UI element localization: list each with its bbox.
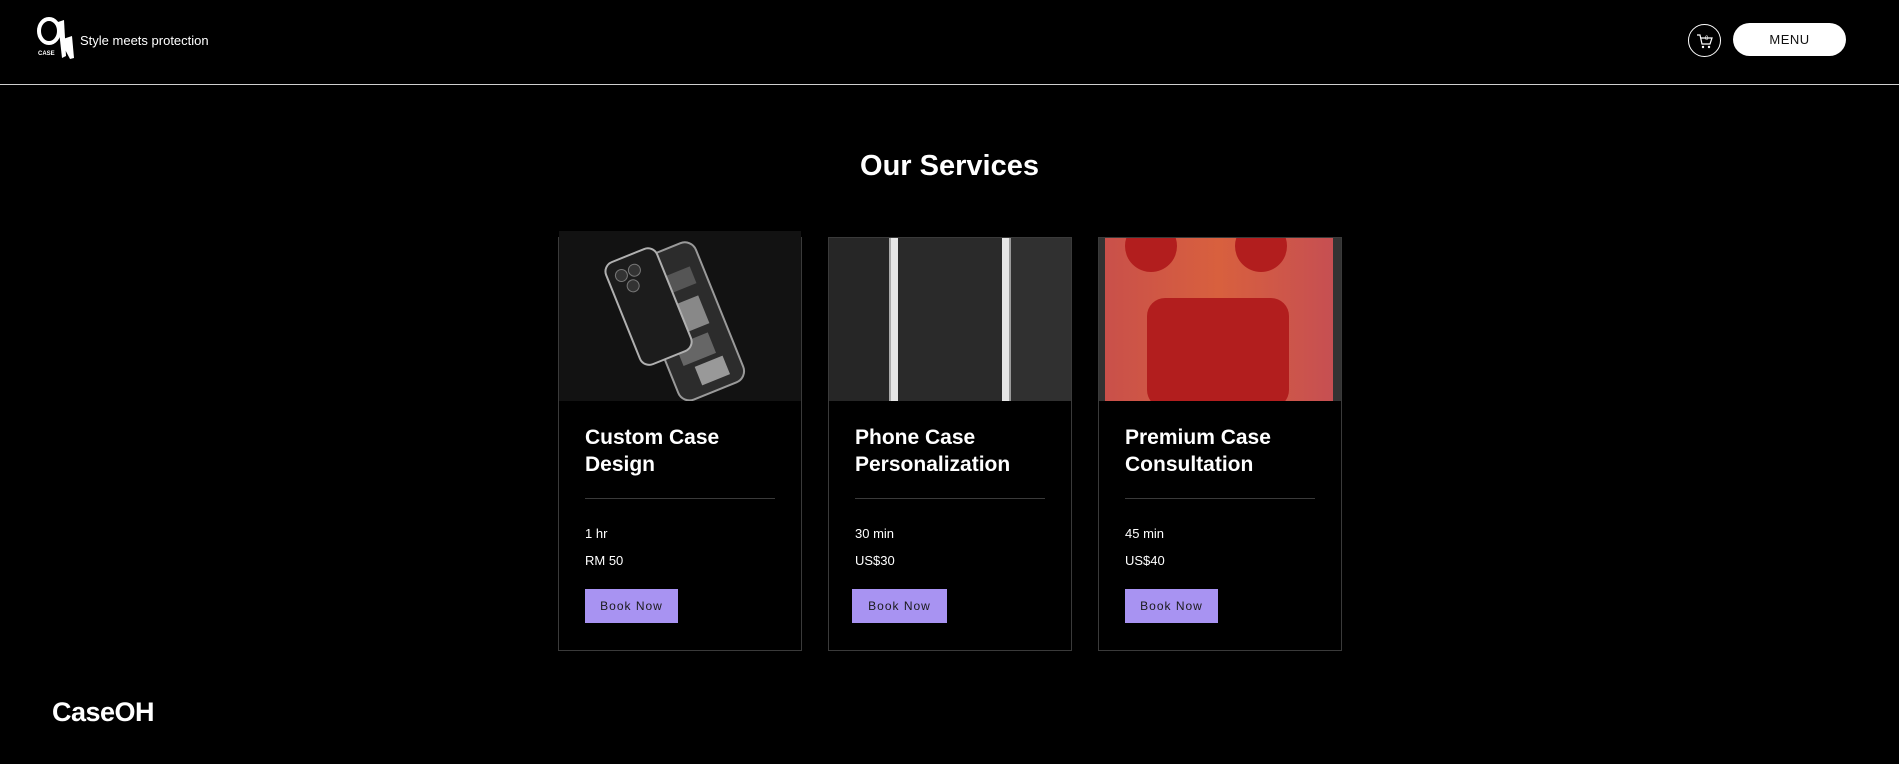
service-duration: 30 min (855, 526, 895, 541)
book-now-button[interactable]: Book Now (1125, 589, 1218, 623)
service-card: Custom Case Design 1 hr RM 50 Book Now (558, 231, 802, 651)
page-title: Our Services (860, 150, 1039, 182)
service-price: US$30 (855, 553, 895, 568)
service-image (829, 238, 1071, 401)
service-image (559, 231, 801, 401)
service-title: Custom Case Design (585, 426, 720, 476)
divider (1125, 498, 1315, 499)
service-title: Phone Case Personalization (855, 426, 1011, 476)
menu-button[interactable]: MENU (1733, 23, 1846, 56)
service-card: Premium Case Consultation 45 min US$40 B… (1098, 237, 1342, 651)
service-image (1099, 238, 1341, 401)
divider (585, 498, 775, 499)
service-price: RM 50 (585, 553, 624, 568)
book-now-button[interactable]: Book Now (852, 589, 947, 623)
cart-button[interactable]: 0 (1688, 24, 1721, 57)
brand-logo[interactable]: CASE (36, 16, 76, 60)
service-duration: 1 hr (585, 526, 608, 541)
cart-icon: 0 (1696, 33, 1713, 48)
service-card: Phone Case Personalization 30 min US$30 … (828, 237, 1072, 651)
svg-text:CASE: CASE (38, 51, 55, 57)
service-price: US$40 (1125, 553, 1165, 568)
cart-count: 0 (1705, 36, 1709, 42)
footer-brand: CaseOH (52, 697, 155, 727)
tagline: Style meets protection (80, 33, 209, 48)
site-header: CASE Style meets protection 0 MENU (0, 0, 1899, 85)
service-duration: 45 min (1125, 526, 1165, 541)
book-now-button[interactable]: Book Now (585, 589, 678, 623)
divider (855, 498, 1045, 499)
service-title: Premium Case Consultation (1125, 426, 1271, 476)
